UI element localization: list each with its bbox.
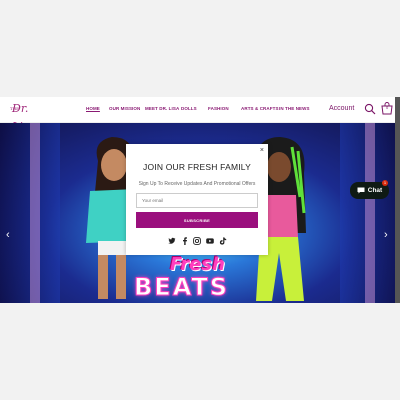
hero-title-fresh: Fresh [170, 254, 225, 275]
browser-viewport: THE Dr. Lisa HOME OUR MISSION MEET DR. L… [0, 0, 400, 400]
hero-title-beats: BEATS [133, 273, 230, 302]
carousel-next-arrow[interactable]: › [384, 229, 388, 241]
cart-count: 0 [386, 105, 389, 110]
nav-item-meet-dr-lisa[interactable]: MEET DR. LISA [145, 106, 179, 111]
subscribe-button[interactable]: SUBSCRIBE [136, 212, 258, 228]
twitter-icon[interactable] [168, 237, 176, 245]
account-link[interactable]: Account [329, 105, 354, 112]
nav-item-our-mission[interactable]: OUR MISSION [109, 106, 140, 111]
top-navigation: THE Dr. Lisa HOME OUR MISSION MEET DR. L… [0, 97, 400, 133]
nav-item-dolls[interactable]: DOLLS [181, 106, 197, 111]
social-links [168, 237, 228, 245]
chat-bubble-icon [357, 187, 365, 194]
search-icon[interactable] [364, 103, 376, 115]
popup-subtitle: Sign Up To Receive Updates And Promotion… [138, 181, 256, 187]
email-input[interactable] [136, 193, 258, 208]
facebook-icon[interactable] [181, 237, 189, 245]
popup-close-button[interactable]: × [260, 147, 264, 154]
newsletter-popup: × JOIN OUR FRESH FAMILY Sign Up To Recei… [126, 144, 268, 255]
popup-title: JOIN OUR FRESH FAMILY [143, 162, 251, 172]
nav-item-home[interactable]: HOME [86, 106, 100, 111]
tiktok-icon[interactable] [219, 237, 227, 245]
carousel-prev-arrow[interactable]: ‹ [6, 229, 10, 241]
page-scrollbar[interactable] [395, 97, 400, 303]
instagram-icon[interactable] [193, 237, 201, 245]
chat-label: Chat [367, 187, 383, 194]
youtube-icon[interactable] [206, 237, 214, 245]
nav-item-fashion[interactable]: FASHION [208, 106, 229, 111]
nav-item-arts-crafts[interactable]: ARTS & CRAFTS [241, 106, 279, 111]
stage-light [365, 123, 375, 303]
chat-notification-badge: 1 [382, 180, 388, 186]
nav-item-in-the-news[interactable]: IN THE NEWS [279, 106, 310, 111]
stage-light [30, 123, 40, 303]
